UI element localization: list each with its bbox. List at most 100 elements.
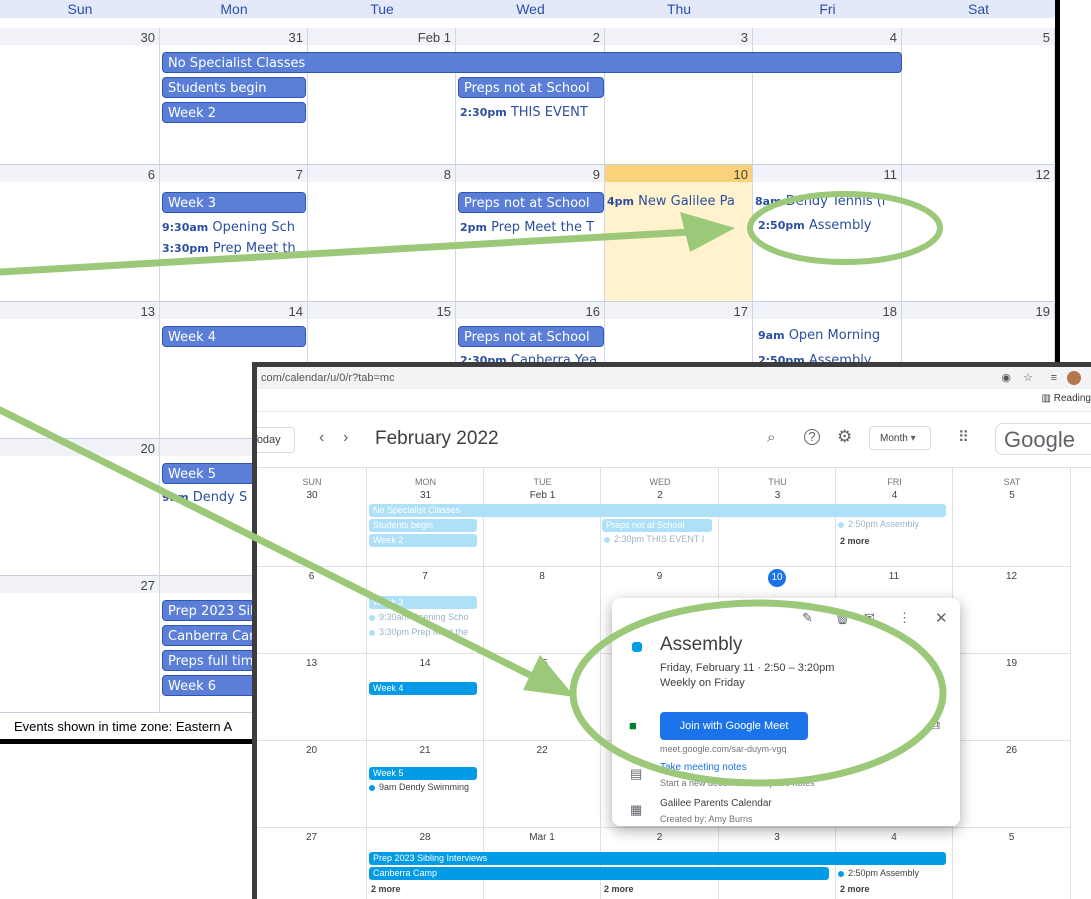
day-cell[interactable]: 30 [0,28,160,165]
day-number[interactable]: 8 [484,571,600,582]
day-number[interactable]: 27 [257,832,366,843]
event-prep-meet[interactable]: 3:30pm Prep Meet the [369,627,475,637]
view-select[interactable]: Month ▾ [869,426,931,450]
event-week-5[interactable]: Week 5 [369,767,477,780]
event-week-3[interactable]: Week 3 [369,596,477,609]
meeting-notes-link[interactable]: Take meeting notes [660,762,747,773]
event-no-specialist[interactable]: No Specialist Classes [162,52,902,73]
more-link[interactable]: 2 more [371,884,401,894]
today-number[interactable]: 10 [768,569,786,587]
day-cell[interactable] [484,468,601,567]
day-cell[interactable]: 13 [0,302,160,439]
day-number[interactable]: 9 [601,571,718,582]
event-assembly-2[interactable]: 2:50pm Assembly [758,352,902,362]
day-number[interactable]: 2 [601,832,718,843]
day-cell[interactable]: 27 [0,576,160,713]
event-no-specialist[interactable]: No Specialist Classes [369,504,946,517]
today-cell[interactable]: 10 [605,165,753,302]
more-link[interactable]: 2 more [840,536,870,546]
day-cell[interactable] [953,468,1071,567]
day-cell[interactable]: 22 [484,741,601,828]
day-cell[interactable] [601,468,719,567]
day-number[interactable]: 4 [836,832,952,843]
event-this-event[interactable]: 2:30pm THIS EVENT [460,104,604,122]
event-opening[interactable]: 9:30am Opening Sch [162,219,306,237]
event-prep-2023[interactable]: Prep 2023 Sibling Interviews [369,852,946,865]
day-cell[interactable]: 6 [257,567,367,654]
day-number[interactable]: 13 [257,658,366,669]
event-dendy-swim[interactable]: 9am Dendy Swimming [369,782,475,792]
day-number[interactable]: Mar 1 [484,832,600,843]
day-cell[interactable] [719,468,836,567]
join-meet-button[interactable]: Join with Google Meet [660,712,808,740]
day-cell[interactable]: 27 [257,828,367,899]
event-week-4[interactable]: Week 4 [162,326,306,347]
apps-grid-icon[interactable]: ⠿ [958,428,969,446]
day-cell[interactable] [367,468,484,567]
day-cell[interactable]: 5 [902,28,1055,165]
event-prep-meet-the-teacher[interactable]: 2pm Prep Meet the T [460,219,604,237]
event-preps-not-at-school[interactable]: Preps not at School [602,519,712,532]
day-cell[interactable]: 13 [257,654,367,741]
day-number[interactable]: 5 [953,832,1070,843]
meet-link[interactable]: meet.google.com/sar-duym-vgq [660,744,787,754]
day-cell[interactable]: 4 [753,28,902,165]
address-bar[interactable]: com/calendar/u/0/r?tab=mc ◉ ☆ ≡ [257,367,1091,389]
event-preps-not-at-school[interactable]: Preps not at School [458,192,604,213]
day-cell[interactable] [257,468,367,567]
day-cell[interactable]: 19 [953,654,1071,741]
search-icon[interactable]: ⌕ [767,429,775,446]
day-number[interactable]: 26 [953,745,1070,756]
event-assembly[interactable]: 2:50pm Assembly [838,868,946,878]
day-cell[interactable]: 3 [605,28,753,165]
day-cell[interactable]: 8 [484,567,601,654]
day-number[interactable]: 15 [484,658,600,669]
event-week-2[interactable]: Week 2 [369,534,477,547]
day-number[interactable]: 7 [367,571,483,582]
help-icon[interactable]: ? [804,429,820,445]
event-students-begin[interactable]: Students begin [369,519,477,532]
event-this-event[interactable]: 2:30pm THIS EVENT I [604,534,712,544]
day-cell[interactable] [836,468,953,567]
day-number[interactable]: 14 [367,658,483,669]
event-students-begin[interactable]: Students begin [162,77,306,98]
event-week-3[interactable]: Week 3 [162,192,306,213]
event-canberra-year[interactable]: 2:30pm Canberra Yea [460,352,604,362]
day-number[interactable]: 22 [484,745,600,756]
event-dendy-swim[interactable]: 9am Dendy S [162,489,252,507]
event-dendy-tennis[interactable]: 8am Dendy Tennis (i [755,193,901,211]
event-assembly[interactable]: 2:50pm Assembly [758,217,902,235]
eye-icon[interactable]: ◉ [1001,367,1011,389]
more-link[interactable]: 2 more [604,884,634,894]
chevron-left-icon[interactable]: ‹ [319,429,324,447]
day-number[interactable]: 21 [367,745,483,756]
avatar[interactable] [1067,371,1081,385]
edit-icon[interactable]: ✎ [802,610,813,626]
playlist-icon[interactable]: ≡ [1051,367,1057,389]
day-number[interactable]: 12 [953,571,1070,582]
event-galilee[interactable]: 4pm New Galilee Pa [607,193,753,211]
event-preps-not-at-school[interactable]: Preps not at School [458,77,604,98]
day-cell[interactable]: 20 [0,439,160,576]
event-week-4[interactable]: Week 4 [369,682,477,695]
day-cell[interactable]: 7 [367,567,484,654]
mail-icon[interactable]: ✉ [864,610,875,626]
day-cell[interactable]: 26 [953,741,1071,828]
more-vert-icon[interactable]: ⋮ [898,610,911,626]
day-cell[interactable]: 8 [308,165,456,302]
today-button[interactable]: Today [257,427,295,453]
day-cell[interactable]: 5 [953,828,1071,899]
day-cell[interactable]: 12 [902,165,1055,302]
close-icon[interactable]: ✕ [935,609,948,627]
day-cell[interactable]: 12 [953,567,1071,654]
day-cell[interactable]: 6 [0,165,160,302]
event-open-morning[interactable]: 9am Open Morning [758,327,902,345]
google-logo[interactable]: Google [995,423,1091,455]
day-cell[interactable]: Feb 1 [308,28,456,165]
day-number[interactable]: 6 [257,571,366,582]
day-number[interactable]: 28 [367,832,483,843]
day-cell[interactable]: 14 [367,654,484,741]
event-opening[interactable]: 9:30am Opening Scho [369,612,475,622]
day-number[interactable]: 20 [257,745,366,756]
trash-icon[interactable]: 🗑 [834,610,851,626]
